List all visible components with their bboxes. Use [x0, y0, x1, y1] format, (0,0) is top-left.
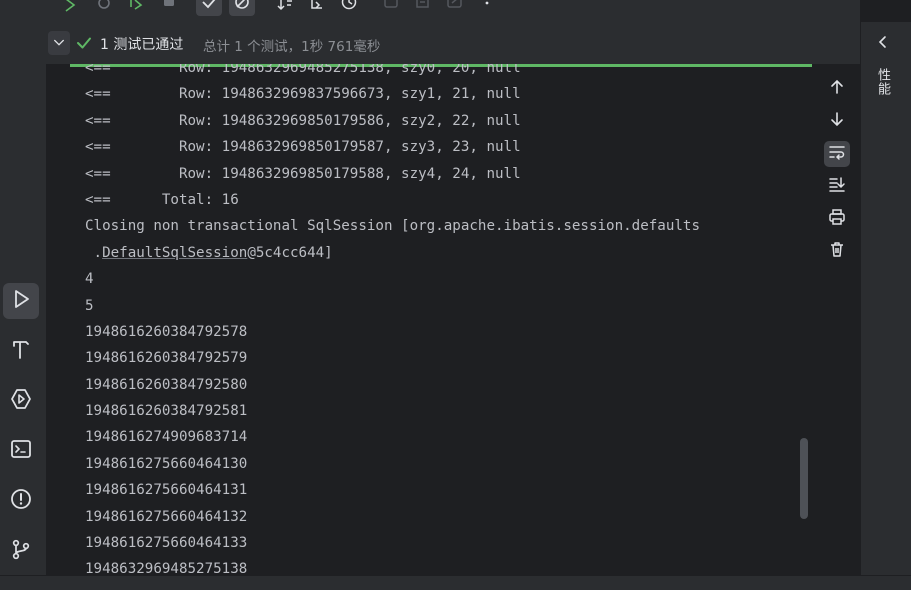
scroll-to-end-icon	[828, 175, 846, 197]
sort-button[interactable]	[272, 0, 298, 16]
show-passed-toggle[interactable]	[196, 0, 222, 16]
chevron-down-icon	[53, 34, 65, 53]
build-hammer-icon	[9, 337, 33, 365]
console-line: 1948616260384792578	[85, 323, 248, 340]
clear-button[interactable]	[824, 238, 850, 264]
history-button[interactable]	[336, 0, 362, 16]
console-line: 1948616260384792581	[85, 403, 248, 420]
problems-icon	[9, 487, 33, 515]
stop-button[interactable]	[156, 0, 182, 16]
console-line-wrapped: .DefaultSqlSession@5c4cc644]	[85, 240, 700, 266]
performance-tab[interactable]: 性能	[873, 68, 892, 96]
services-tool-button[interactable]	[3, 383, 39, 419]
console-line: <== Row: 1948632969850179586, szy2, 22, …	[85, 112, 521, 129]
show-ignored-icon	[233, 0, 251, 19]
rerun-failed-icon	[96, 0, 114, 19]
wrap-suffix: @5c4cc644]	[247, 244, 333, 261]
stop-icon	[160, 0, 178, 19]
console-line: <== Row: 1948632969850179588, szy4, 24, …	[85, 165, 521, 182]
more-button[interactable]	[474, 0, 500, 16]
run-icon	[9, 287, 33, 315]
console-line: <== Row: 1948632969850179587, szy3, 23, …	[85, 139, 521, 156]
console-output[interactable]: <== Row: 1948632969485275138, szy0, 20, …	[70, 64, 812, 575]
scroll-down-button[interactable]	[824, 108, 850, 134]
console-actions	[812, 64, 860, 575]
console-line: Closing non transactional SqlSession [or…	[85, 218, 700, 235]
scroll-up-icon	[828, 78, 846, 100]
console-line: 1948616275660464131	[85, 482, 248, 499]
history-icon	[340, 0, 358, 19]
tests-passed-label: 1 测试已通过	[100, 37, 184, 53]
import-button[interactable]	[304, 0, 330, 16]
console-line: 1948616275660464132	[85, 508, 248, 525]
rerun-auto-button[interactable]	[124, 0, 150, 16]
show-ignored-toggle[interactable]	[229, 0, 255, 16]
print-button[interactable]	[824, 206, 850, 232]
rerun-auto-icon	[128, 0, 146, 19]
console-scrollbar-thumb[interactable]	[800, 438, 808, 519]
test-toolbar	[46, 0, 860, 22]
wrap-prefix: .	[85, 244, 103, 261]
scroll-up-button[interactable]	[824, 76, 850, 102]
console-lines: <== Row: 1948632969485275138, szy0, 20, …	[85, 64, 700, 575]
print-icon	[828, 208, 846, 230]
git-icon	[9, 537, 33, 565]
console-line: 1948616275660464133	[85, 535, 248, 552]
export-icon	[446, 0, 464, 19]
right-tool-rail: 性能	[860, 22, 911, 575]
console-line: 5	[85, 297, 94, 314]
import-icon	[308, 0, 326, 19]
console-line: 4	[85, 271, 94, 288]
export-button-3[interactable]	[442, 0, 468, 16]
console-line: 1948632969485275138	[85, 561, 248, 575]
console-line: <== Row: 1948632969485275138, szy0, 20, …	[85, 64, 521, 76]
chevron-left-icon[interactable]	[875, 34, 891, 50]
run-tool-button[interactable]	[3, 283, 39, 319]
clear-icon	[828, 240, 846, 262]
export-icon	[414, 0, 432, 19]
bottom-status-bar	[0, 575, 911, 590]
collapse-tree-button[interactable]	[48, 31, 70, 55]
check-icon	[76, 35, 92, 51]
show-passed-icon	[200, 0, 218, 19]
export-button-1[interactable]	[378, 0, 404, 16]
left-tool-strip	[0, 0, 47, 575]
scroll-down-icon	[828, 110, 846, 132]
export-icon	[382, 0, 400, 19]
console-line: 1948616274909683714	[85, 429, 248, 446]
console-line: 1948616275660464130	[85, 455, 248, 472]
rerun-icon	[62, 0, 80, 19]
terminal-tool-button[interactable]	[3, 433, 39, 469]
console-line: 1948616260384792579	[85, 350, 248, 367]
git-tool-button[interactable]	[3, 533, 39, 569]
problems-tool-button[interactable]	[3, 483, 39, 519]
rerun-failed-button[interactable]	[92, 0, 118, 16]
build-tool-button[interactable]	[3, 333, 39, 369]
export-button-2[interactable]	[410, 0, 436, 16]
soft-wrap-icon	[828, 143, 846, 165]
class-link[interactable]: DefaultSqlSession	[102, 245, 247, 261]
console-line: <== Row: 1948632969837596673, szy1, 21, …	[85, 86, 521, 103]
scroll-to-end-button[interactable]	[824, 173, 850, 199]
more-icon	[478, 0, 496, 19]
services-icon	[9, 387, 33, 415]
rerun-button[interactable]	[58, 0, 84, 16]
console-line: <== Total: 16	[85, 191, 239, 208]
test-status-bar: 1 测试已通过 总计 1 个测试，1秒 761毫秒	[46, 22, 860, 64]
test-summary: 总计 1 个测试，1秒 761毫秒	[203, 39, 381, 55]
sort-icon	[276, 0, 294, 19]
console-line: 1948616260384792580	[85, 376, 248, 393]
terminal-icon	[9, 437, 33, 465]
soft-wrap-toggle[interactable]	[824, 141, 850, 167]
